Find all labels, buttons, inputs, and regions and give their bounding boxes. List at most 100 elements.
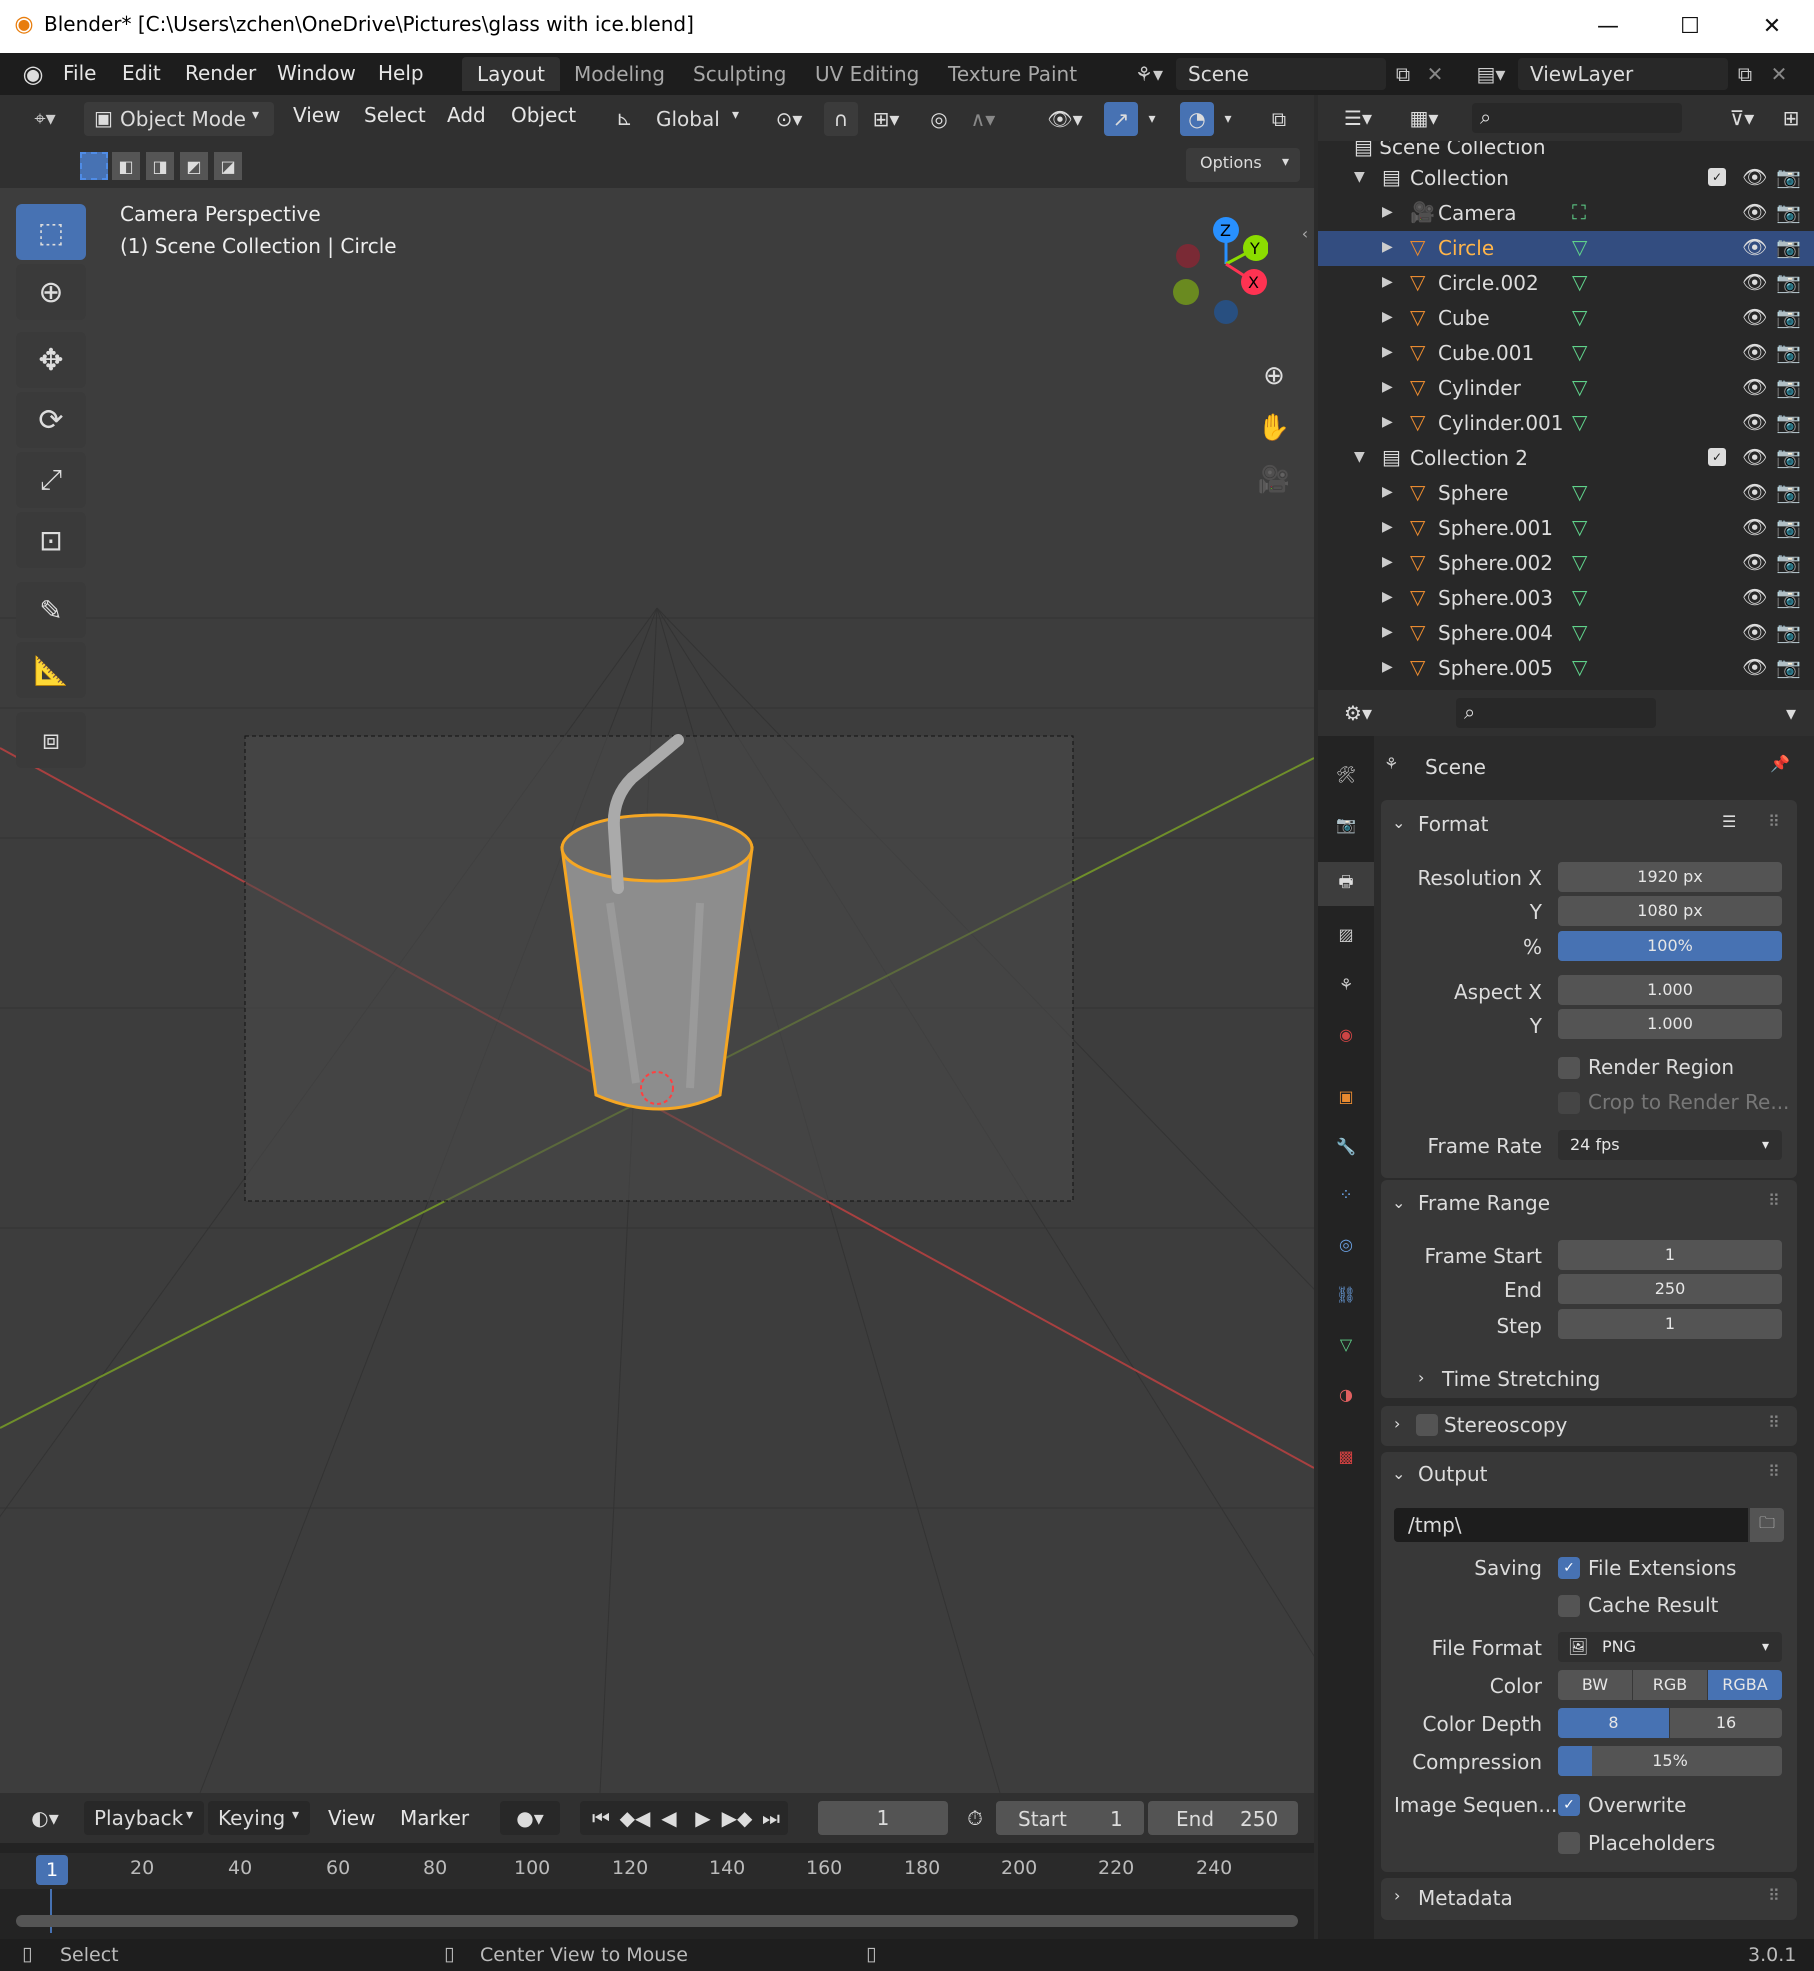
texture-tab-icon[interactable]: ▩ [1318, 1434, 1374, 1478]
expand-down-icon[interactable]: ▼ [1354, 169, 1365, 185]
eye-icon[interactable]: 👁 [1742, 235, 1767, 259]
add-cube-tool[interactable]: ⧈ [16, 712, 86, 768]
chevron-right-icon[interactable]: › [1394, 1414, 1400, 1433]
display-mode-icon[interactable]: ▦▾ [1398, 101, 1450, 135]
3d-viewport[interactable]: ⬚ ⊕ ✥ ⟳ ⤢ ⊡ ✎ 📐 ⧈ Camera Perspective (1)… [0, 188, 1314, 1793]
select-mode-new-icon[interactable] [80, 152, 108, 180]
outliner-row-sphere-003[interactable]: ▶ ▽ Sphere.003 ▽ 👁 📷 [1318, 581, 1814, 616]
color-mode-bw[interactable]: BW [1558, 1670, 1632, 1700]
eye-icon[interactable]: 👁 [1742, 200, 1767, 224]
eye-icon[interactable]: 👁 [1742, 655, 1767, 679]
mesh-data-icon[interactable]: ▽ [1572, 235, 1587, 259]
mesh-data-icon[interactable]: ▽ [1572, 655, 1587, 679]
outliner-row-collection[interactable]: ▼ ▤ Collection ✓ 👁 📷 [1318, 161, 1814, 196]
chevron-down-icon[interactable]: ⌄ [1392, 813, 1405, 832]
expand-right-icon[interactable]: ▶ [1382, 659, 1393, 675]
render-camera-icon[interactable]: 📷 [1776, 410, 1801, 434]
timeline-menu-view[interactable]: View [328, 1806, 375, 1830]
proportional-edit-icon[interactable]: ◎ [922, 102, 956, 136]
jump-end-icon[interactable]: ⏭ [754, 1803, 788, 1833]
record-icon[interactable]: ●▾ [500, 1801, 560, 1835]
presets-icon[interactable]: ☰ [1722, 812, 1736, 831]
render-camera-icon[interactable]: 📷 [1776, 480, 1801, 504]
aspect-x-field[interactable]: 1.000 [1558, 975, 1782, 1005]
cache-result-checkbox[interactable] [1558, 1595, 1580, 1617]
select-mode-invert-icon[interactable]: ◩ [180, 152, 208, 180]
close-button[interactable]: ✕ [1732, 0, 1812, 53]
render-camera-icon[interactable]: 📷 [1776, 585, 1801, 609]
mesh-data-icon[interactable]: ▽ [1572, 410, 1587, 434]
eye-icon[interactable]: 👁 [1742, 550, 1767, 574]
eye-icon[interactable]: 👁 [1742, 375, 1767, 399]
play-reverse-icon[interactable]: ◀ [652, 1803, 686, 1833]
expand-right-icon[interactable]: ▶ [1382, 379, 1393, 395]
render-camera-icon[interactable]: 📷 [1776, 620, 1801, 644]
drag-handle-icon[interactable]: ⠿ [1768, 1191, 1780, 1210]
outliner-search-input[interactable]: ⌕ [1472, 103, 1682, 133]
file-extensions-checkbox[interactable]: ✓ [1558, 1557, 1580, 1579]
viewlayer-name-field[interactable]: ViewLayer [1518, 58, 1728, 90]
minimize-button[interactable]: — [1568, 0, 1648, 53]
menu-help[interactable]: Help [378, 61, 424, 85]
eye-icon[interactable]: 👁 [1742, 165, 1767, 189]
eye-icon[interactable]: 👁 [1742, 410, 1767, 434]
chevron-right-icon[interactable]: › [1418, 1368, 1424, 1387]
prev-keyframe-icon[interactable]: ◆◀ [618, 1803, 652, 1833]
stereoscopy-title[interactable]: Stereoscopy [1444, 1413, 1567, 1437]
chevron-left-icon[interactable]: ‹ [1296, 218, 1314, 248]
color-depth-16[interactable]: 16 [1670, 1708, 1782, 1738]
visibility-icon[interactable]: 👁▾ [1040, 102, 1090, 136]
render-camera-icon[interactable]: 📷 [1776, 200, 1801, 224]
expand-right-icon[interactable]: ▶ [1382, 554, 1393, 570]
outliner-row-sphere[interactable]: ▶ ▽ Sphere ▽ 👁 📷 [1318, 476, 1814, 511]
object-tab-icon[interactable]: ▣ [1318, 1074, 1374, 1118]
physics-tab-icon[interactable]: ◎ [1318, 1222, 1374, 1266]
frame-start-field[interactable]: 1 [1558, 1240, 1782, 1270]
expand-right-icon[interactable]: ▶ [1382, 344, 1393, 360]
properties-editor-icon[interactable]: ⚙▾ [1332, 696, 1384, 730]
metadata-title[interactable]: Metadata [1418, 1886, 1513, 1910]
outliner-row-cube[interactable]: ▶ ▽ Cube ▽ 👁 📷 [1318, 301, 1814, 336]
mesh-data-icon[interactable]: ▽ [1572, 340, 1587, 364]
render-camera-icon[interactable]: 📷 [1776, 445, 1801, 469]
chevron-right-icon[interactable]: › [1394, 1886, 1400, 1905]
constraints-tab-icon[interactable]: ⛓ [1318, 1272, 1374, 1316]
timeline-menu-marker[interactable]: Marker [400, 1806, 469, 1830]
mesh-data-icon[interactable]: ▽ [1572, 585, 1587, 609]
snap-target-icon[interactable]: ⊞▾ [862, 102, 910, 136]
gizmo-icon[interactable]: ↗ [1104, 102, 1138, 136]
expand-down-icon[interactable]: ▼ [1354, 449, 1365, 465]
chevron-down-icon[interactable]: ▾ [1774, 696, 1808, 730]
tab-uv-editing[interactable]: UV Editing [800, 57, 934, 91]
editor-type-icon[interactable]: ⌖▾ [20, 103, 70, 133]
render-camera-icon[interactable]: 📷 [1776, 270, 1801, 294]
render-tab-icon[interactable]: 📷 [1318, 802, 1374, 846]
frame-step-field[interactable]: 1 [1558, 1309, 1782, 1339]
menu-edit[interactable]: Edit [122, 61, 161, 85]
camera-data-icon[interactable]: ⛶ [1572, 200, 1586, 224]
hand-icon[interactable]: ✋ [1252, 406, 1296, 450]
menu-file[interactable]: File [63, 61, 96, 85]
render-camera-icon[interactable]: 📷 [1776, 165, 1801, 189]
viewport-menu-select[interactable]: Select [364, 103, 426, 127]
modifier-tab-icon[interactable]: 🔧 [1318, 1124, 1374, 1168]
chevron-down-icon[interactable]: ⌄ [1392, 1193, 1405, 1212]
current-frame-marker[interactable]: 1 [36, 1855, 68, 1885]
output-panel-title[interactable]: Output [1418, 1462, 1487, 1486]
falloff-icon[interactable]: ∧▾ [958, 102, 1008, 136]
menu-render[interactable]: Render [185, 61, 256, 85]
mesh-data-icon[interactable]: ▽ [1572, 270, 1587, 294]
tool-tab-icon[interactable]: 🛠 [1318, 752, 1374, 796]
orientation-dropdown[interactable]: ⊾ Global ▾ [612, 102, 752, 136]
stereoscopy-checkbox[interactable] [1416, 1414, 1438, 1436]
outliner-row-collection-2[interactable]: ▼ ▤ Collection 2 ✓ 👁 📷 [1318, 441, 1814, 476]
expand-right-icon[interactable]: ▶ [1382, 624, 1393, 640]
next-keyframe-icon[interactable]: ▶◆ [720, 1803, 754, 1833]
expand-right-icon[interactable]: ▶ [1382, 274, 1393, 290]
pivot-point-icon[interactable]: ⊙▾ [764, 102, 814, 136]
playback-dropdown[interactable]: Playback ▾ [84, 1801, 204, 1835]
scene-selector-icon[interactable]: ⚘▾ [1126, 59, 1172, 89]
end-frame-field[interactable]: End 250 [1148, 1801, 1298, 1835]
eye-icon[interactable]: 👁 [1742, 585, 1767, 609]
tab-sculpting[interactable]: Sculpting [678, 57, 801, 91]
